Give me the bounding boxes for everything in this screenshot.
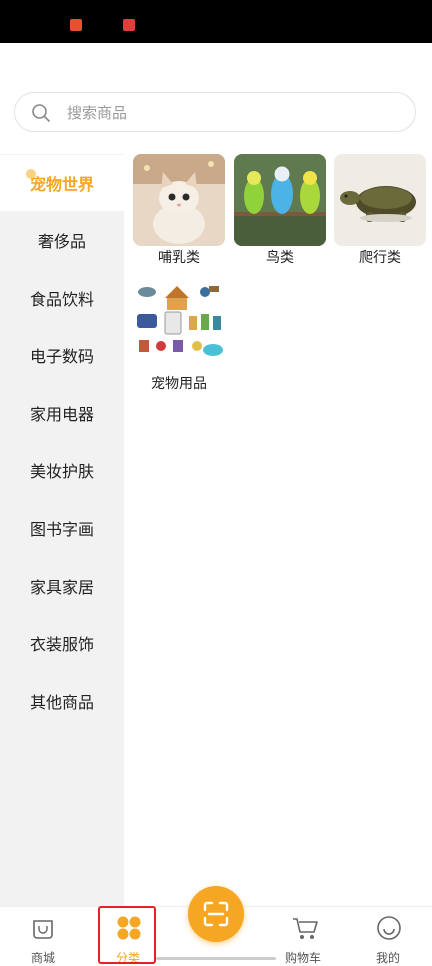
shop-bag-icon	[33, 920, 53, 939]
sidebar-item-label: 其他商品	[29, 693, 94, 712]
search-placeholder: 搜索商品	[67, 104, 128, 122]
pet-supplies-photo	[133, 280, 225, 372]
notification-icon	[70, 19, 82, 31]
sidebar-item-label: 图书字画	[29, 520, 94, 539]
sidebar-item-label: 家具家居	[29, 578, 94, 597]
scan-button[interactable]	[188, 886, 244, 942]
sidebar-item-food-drink[interactable]: 食品饮料	[0, 270, 124, 326]
sidebar-item-furniture[interactable]: 家具家居	[0, 558, 124, 614]
category-label: 宠物用品	[151, 376, 207, 392]
sidebar-item-electronics[interactable]: 电子数码	[0, 327, 124, 383]
sidebar-item-label: 奢侈品	[37, 232, 86, 251]
category-label: 哺乳类	[158, 250, 200, 266]
category-label: 爬行类	[359, 250, 401, 266]
home-indicator	[156, 957, 276, 960]
status-bar	[0, 0, 432, 43]
tab-shop[interactable]: 商城	[3, 907, 83, 965]
tab-me[interactable]: 我的	[348, 907, 428, 965]
search-input[interactable]: 搜索商品	[14, 92, 416, 132]
cart-icon	[293, 918, 318, 939]
parakeets-photo	[234, 154, 326, 246]
kitten-photo	[133, 154, 225, 246]
sidebar-item-label: 电子数码	[29, 347, 94, 366]
turtle-photo	[334, 154, 426, 246]
search-icon	[32, 104, 50, 122]
sidebar-item-other[interactable]: 其他商品	[0, 673, 124, 729]
sidebar-item-luxury[interactable]: 奢侈品	[0, 212, 124, 268]
sidebar-item-label: 家用电器	[29, 405, 94, 424]
category-card-birds[interactable]: 鸟类	[234, 154, 326, 266]
sidebar-item-label: 美妆护肤	[29, 462, 94, 481]
category-card-reptiles[interactable]: 爬行类	[334, 154, 426, 266]
sidebar-item-clothing[interactable]: 衣装服饰	[0, 615, 124, 671]
sidebar-item-beauty[interactable]: 美妆护肤	[0, 442, 124, 498]
highlight-box	[98, 906, 156, 964]
sidebar-item-label: 食品饮料	[29, 290, 94, 309]
active-indicator	[26, 169, 36, 179]
scan-icon	[203, 901, 229, 927]
sidebar-item-pet-world[interactable]: 宠物世界	[0, 155, 124, 211]
tab-label: 我的	[375, 951, 400, 965]
sidebar-item-appliances[interactable]: 家用电器	[0, 385, 124, 441]
sidebar-item-books-art[interactable]: 图书字画	[0, 500, 124, 556]
category-card-mammals[interactable]: 哺乳类	[133, 154, 225, 266]
category-sidebar: 宠物世界 奢侈品 食品饮料 电子数码 家用电器 美妆护肤 图书字画 家具家居 衣…	[0, 154, 124, 906]
category-card-pet-supplies[interactable]: 宠物用品	[133, 280, 225, 392]
sidebar-item-label: 宠物世界	[29, 175, 94, 194]
category-label: 鸟类	[266, 250, 294, 266]
tab-label: 商城	[30, 951, 55, 965]
sidebar-item-label: 衣装服饰	[29, 635, 94, 654]
smile-icon	[377, 916, 401, 940]
notification-icon	[123, 19, 135, 31]
